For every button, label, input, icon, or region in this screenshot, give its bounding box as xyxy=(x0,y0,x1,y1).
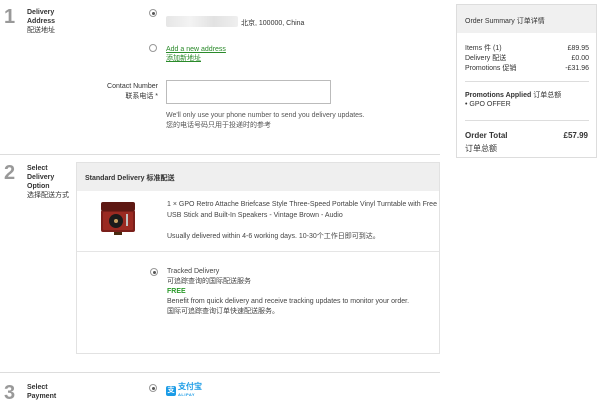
summary-row-value: £0.00 xyxy=(571,55,589,62)
step-number-3: 3 xyxy=(4,382,16,400)
promotion-item: • GPO OFFER xyxy=(465,101,511,108)
step-title-cn: 选择配送方式 xyxy=(27,192,69,199)
step-number-1: 1 xyxy=(4,6,16,28)
add-new-address-en[interactable]: Add a new address xyxy=(166,46,226,53)
step-title-payment: Select Payment xyxy=(27,383,69,400)
contact-number-label: Contact Number 联系电话 * xyxy=(90,82,158,102)
tracked-delivery-radio[interactable] xyxy=(150,268,158,276)
step-title-en: Select Payment xyxy=(27,384,57,400)
product-description: 1 × GPO Retro Attache Briefcase Style Th… xyxy=(167,201,437,219)
summary-row-items: Items 件 (1) £89.95 xyxy=(465,44,589,53)
order-total-label-cn: 订单总额 xyxy=(465,144,497,153)
alipay-text: 支付宝 ALIPAY xyxy=(178,383,202,399)
alipay-radio[interactable] xyxy=(149,384,157,392)
summary-row-delivery: Delivery 配送 £0.00 xyxy=(465,54,589,63)
delivery-time-note: Usually delivered within 4-6 working day… xyxy=(167,233,380,240)
summary-row-label: Promotions 促销 xyxy=(465,65,517,72)
step-title-delivery-option: Select Delivery Option 选择配送方式 xyxy=(27,164,69,200)
section-divider-1 xyxy=(0,154,440,155)
delivery-options-panel: Standard Delivery 标准配送 1 × GPO Retro Att… xyxy=(76,162,440,354)
delivery-inner-divider xyxy=(77,251,439,252)
tracked-title: Tracked Delivery xyxy=(167,268,220,275)
order-summary-title: Order Summary 订单详情 xyxy=(457,5,596,33)
summary-divider xyxy=(465,81,589,82)
tracked-price: FREE xyxy=(167,288,186,295)
summary-row-label: Items 件 (1) xyxy=(465,45,502,52)
standard-delivery-header: Standard Delivery 标准配送 xyxy=(77,163,439,191)
section-divider-2 xyxy=(0,372,440,373)
tracked-desc: Benefit from quick delivery and receive … xyxy=(167,298,410,305)
address-radio-selected[interactable] xyxy=(149,9,157,17)
contact-hint: We'll only use your phone number to send… xyxy=(166,111,365,131)
promo-title-en: Promotions Applied xyxy=(465,92,532,99)
step-title-en: Select Delivery Option xyxy=(27,165,55,190)
alipay-icon: 支 xyxy=(166,386,176,396)
add-new-address-cn[interactable]: 添加新地址 xyxy=(166,55,201,62)
summary-row-promotions: Promotions 促销 -£31.96 xyxy=(465,64,589,73)
contact-label-cn: 联系电话 * xyxy=(125,93,158,100)
contact-label-en: Contact Number xyxy=(107,83,158,90)
summary-divider xyxy=(465,120,589,121)
alipay-logo[interactable]: 支 支付宝 ALIPAY xyxy=(166,383,202,399)
step-title-delivery-address: Delivery Address 配送地址 xyxy=(27,8,69,35)
address-name-blurred xyxy=(166,16,238,27)
promo-title-cn: 订单总额 xyxy=(533,92,562,99)
tracked-desc-cn: 国际可追踪查询订单快速配送服务。 xyxy=(167,308,279,315)
summary-row-value: £89.95 xyxy=(567,45,589,52)
step-title-en: Delivery Address xyxy=(27,9,56,25)
order-summary-panel: Order Summary 订单详情 Items 件 (1) £89.95 De… xyxy=(456,4,597,158)
order-total-label: Order Total xyxy=(465,131,508,140)
step-number-2: 2 xyxy=(4,162,16,184)
promotions-applied-title: Promotions Applied 订单总额 xyxy=(465,90,561,100)
promotion-name: GPO OFFER xyxy=(469,101,511,108)
alipay-name: 支付宝 xyxy=(178,382,202,391)
add-address-radio[interactable] xyxy=(149,44,157,52)
summary-row-label: Delivery 配送 xyxy=(465,55,507,62)
alipay-sub: ALIPAY xyxy=(178,392,196,397)
address-text: 北京, 100000, China xyxy=(241,20,305,27)
step-title-cn: 配送地址 xyxy=(27,27,55,34)
summary-row-value: -£31.96 xyxy=(565,65,589,72)
contact-hint-en: We'll only use your phone number to send… xyxy=(166,112,365,119)
contact-hint-cn: 您的电话号码只用于投递时的参考 xyxy=(166,122,271,129)
tracked-title-cn: 可追踪查询的国际配送服务 xyxy=(167,278,251,285)
turntable-product-image xyxy=(101,202,135,235)
order-total-value: £57.99 xyxy=(563,131,588,140)
contact-number-input[interactable] xyxy=(166,80,331,104)
add-new-address-link[interactable]: Add a new address 添加新地址 xyxy=(166,45,226,63)
tracked-delivery-option[interactable]: Tracked Delivery 可追踪查询的国际配送服务 FREE Benef… xyxy=(167,267,437,317)
